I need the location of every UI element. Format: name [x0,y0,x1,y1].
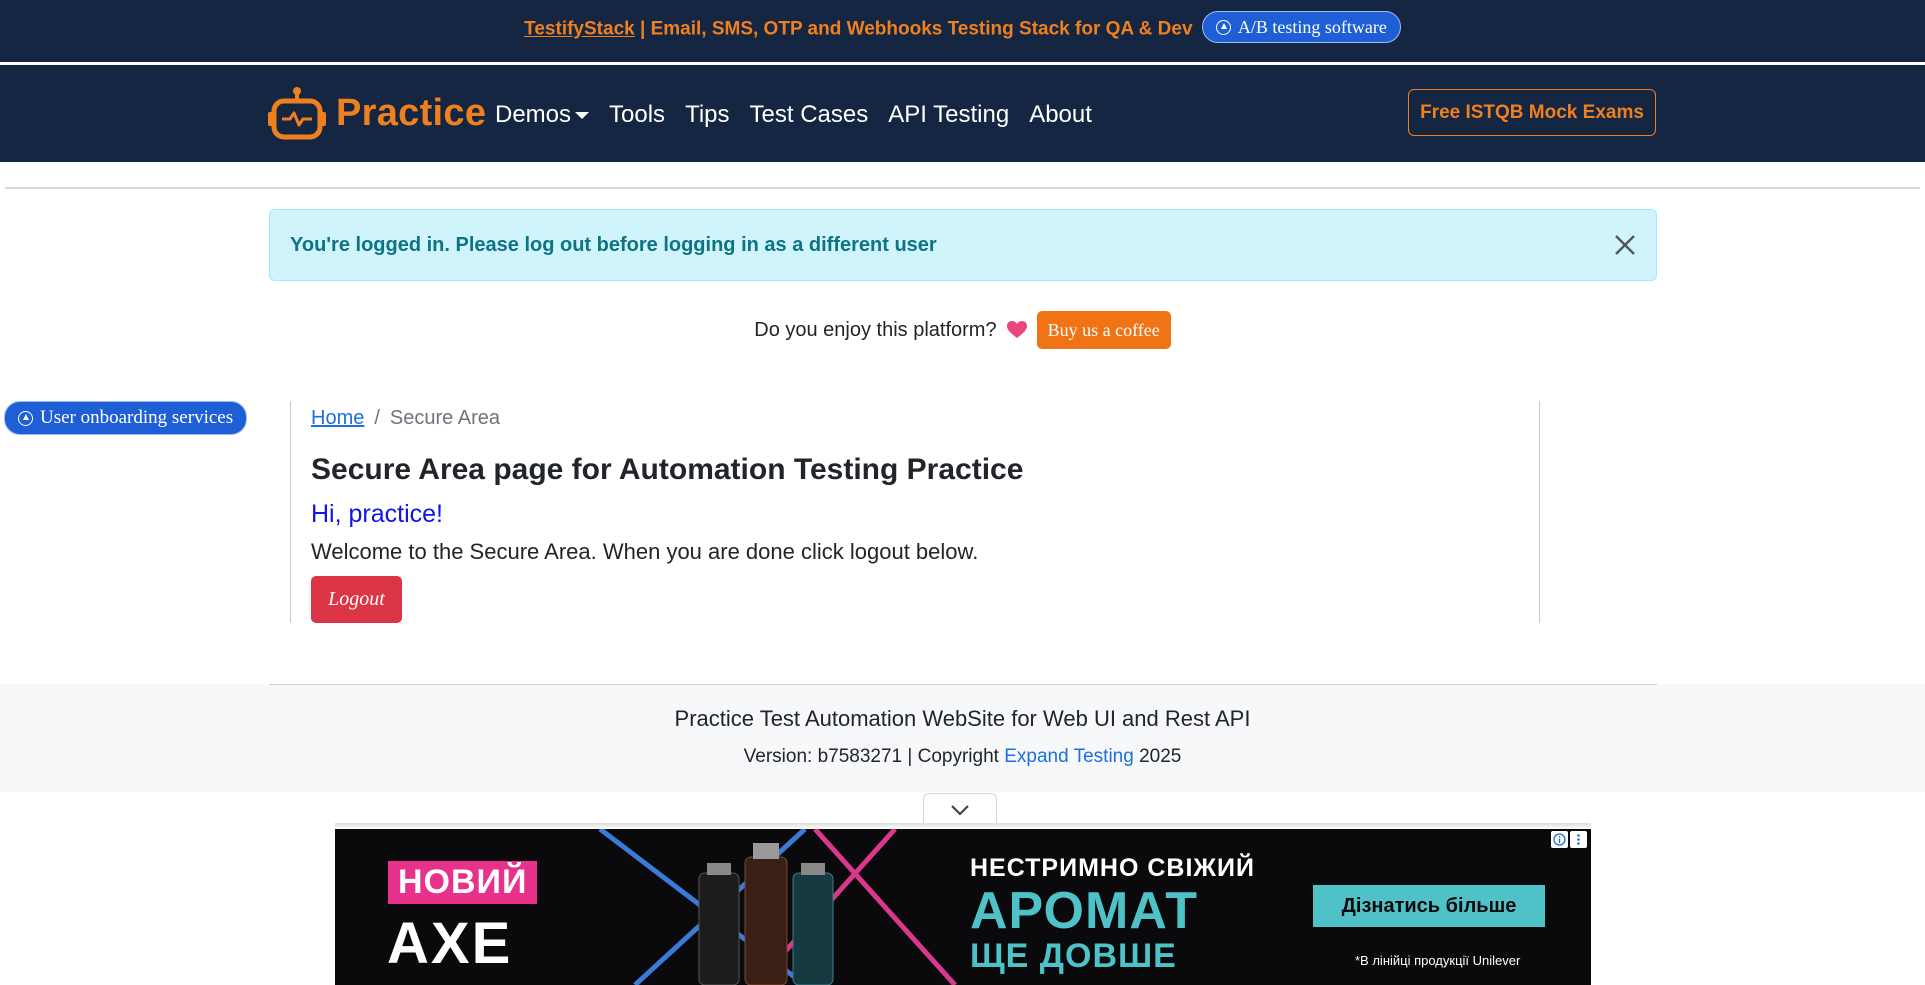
nav-api-testing-label: API Testing [888,101,1010,128]
promo-bar: TestifyStack | Email, SMS, OTP and Webho… [0,0,1925,62]
ad-info-icon[interactable] [1551,831,1568,848]
brand-link[interactable]: Practice [268,85,486,141]
side-pill-container: User onboarding services [4,401,248,435]
ad-headline-1: НЕСТРИМНО СВІЖИЙ [970,854,1255,882]
footer-version: Version: b7583271 | Copyright Expand Tes… [0,746,1925,768]
breadcrumb: Home / Secure Area [311,407,500,430]
enjoy-question: Do you enjoy this platform? [754,318,997,341]
nav-demos-label: Demos [495,101,572,128]
nav-tools-label: Tools [609,101,666,128]
expand-testing-link[interactable]: Expand Testing [1004,746,1134,767]
nav-links: Demos Tools Tips Test Cases API Testing … [495,101,1102,129]
promo-tagline: | Email, SMS, OTP and Webhooks Testing S… [634,18,1193,40]
nav-test-cases[interactable]: Test Cases [740,101,879,129]
user-onboarding-pill[interactable]: User onboarding services [4,401,248,435]
coffee-row: Do you enjoy this platform? Buy us a cof… [0,311,1925,349]
footer: Practice Test Automation WebSite for Web… [0,684,1925,792]
greeting-text: Hi, practice! [311,500,443,528]
footer-divider [269,684,1657,685]
top-divider [5,187,1920,189]
buy-coffee-button[interactable]: Buy us a coffee [1036,311,1171,349]
nav-tools[interactable]: Tools [599,101,675,129]
istqb-mock-exams-button[interactable]: Free ISTQB Mock Exams [1408,89,1656,136]
navbar: Practice Demos Tools Tips Test Cases API… [0,65,1925,162]
arrow-up-circle-icon [18,410,33,426]
breadcrumb-home-link[interactable]: Home [311,407,364,430]
chevron-down-icon [951,804,969,816]
promo-text: TestifyStack | Email, SMS, OTP and Webho… [0,11,1925,43]
ad-brand: AXE [387,911,513,976]
ad-headline-3: ЩЕ ДОВШЕ [970,937,1177,975]
nav-test-cases-label: Test Cases [749,101,869,128]
caret-down-icon [575,111,590,119]
logout-button[interactable]: Logout [311,576,402,623]
ad-new-badge: НОВИЙ [388,861,538,904]
breadcrumb-current: Secure Area [389,407,500,429]
ad-headline-2: АРОМАТ [970,882,1199,940]
alert-message: You're logged in. Please log out before … [290,234,937,256]
nav-api-testing[interactable]: API Testing [878,101,1019,129]
ab-testing-pill-label: A/B testing software [1237,16,1387,37]
nav-tips[interactable]: Tips [675,101,739,129]
page-title: Secure Area page for Automation Testing … [311,453,1024,486]
ab-testing-pill[interactable]: A/B testing software [1201,11,1401,43]
nav-tips-label: Tips [685,101,730,128]
copyright-year: 2025 [1133,746,1182,767]
welcome-text: Welcome to the Secure Area. When you are… [311,539,979,564]
ad-banner[interactable]: НОВИЙ AXE НЕСТРИМНО СВІЖИЙ АРОМАТ ЩЕ ДОВ… [335,829,1591,985]
testifystack-link[interactable]: TestifyStack [524,19,635,40]
nav-about[interactable]: About [1019,101,1102,129]
logged-in-alert: You're logged in. Please log out before … [269,209,1657,281]
arrow-up-circle-icon [1215,19,1231,35]
breadcrumb-separator: / [374,407,380,429]
close-icon[interactable] [1612,232,1638,258]
ad-options-icon[interactable] [1570,831,1587,848]
user-onboarding-pill-label: User onboarding services [40,407,234,428]
deodorant-cans-image [698,843,834,985]
brand-name: Practice [336,91,487,134]
ad-cta-button[interactable]: Дізнатись більше [1313,885,1545,927]
footer-title: Practice Test Automation WebSite for Web… [674,706,1251,731]
version-text: Version: b7583271 | Copyright [743,746,1005,767]
nav-demos[interactable]: Demos [495,101,599,129]
secure-area-content: Home / Secure Area Secure Area page for … [290,401,1540,623]
heart-icon [1006,321,1027,338]
ad-collapse-toggle[interactable] [923,793,997,825]
robot-logo-icon [268,87,326,140]
nav-about-label: About [1029,101,1092,128]
ad-footnote: *В лінійці продукції Unilever [1355,953,1521,968]
